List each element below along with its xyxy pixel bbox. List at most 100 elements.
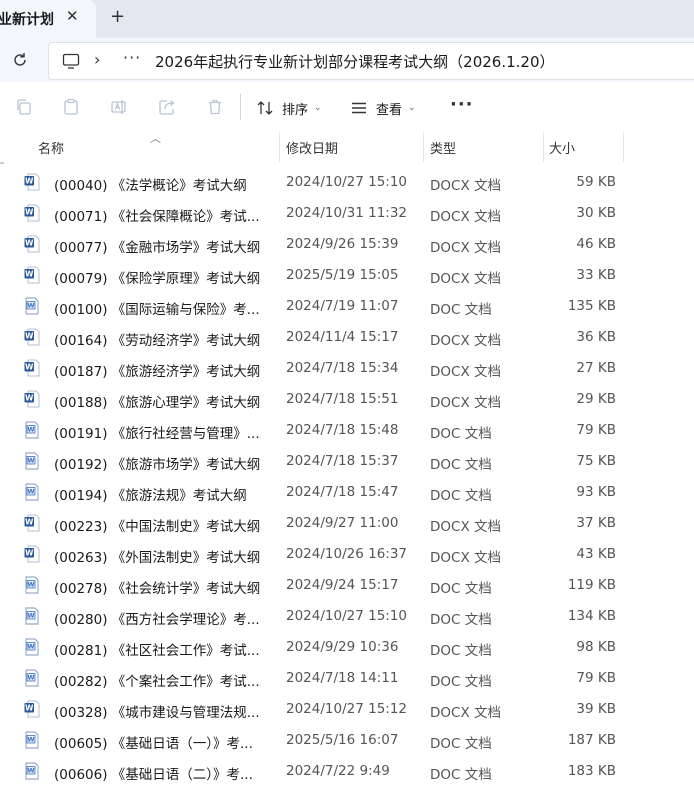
paste-icon[interactable]: [61, 97, 81, 117]
sort-label: 排序: [282, 102, 309, 118]
file-name: (00280) 《西方社会学理论》考...: [54, 612, 260, 628]
file-modified-date: 2025/5/19 15:05: [286, 267, 399, 283]
file-size: 59 KB: [576, 174, 616, 190]
svg-text:W: W: [25, 208, 34, 217]
file-modified-date: 2024/10/27 15:10: [286, 608, 408, 624]
file-row[interactable]: W (00164) 《劳动经济学》考试大纲 2024/11/4 15:17 DOCX …: [0, 322, 694, 353]
word-doc-icon: W: [25, 762, 39, 780]
file-type: DOC 文档: [430, 643, 492, 659]
file-size: 30 KB: [576, 205, 616, 221]
word-docx-icon: W: [24, 359, 40, 377]
file-type: DOCX 文档: [430, 178, 501, 194]
view-icon: [352, 102, 366, 114]
file-row[interactable]: W (00605) 《基础日语（一）》考... 2025/5/16 16:07 DOC…: [0, 725, 694, 756]
view-button[interactable]: 查看 ⌄: [350, 95, 416, 121]
file-row[interactable]: W (00071) 《社会保障概论》考试... 2024/10/31 11:32 DO…: [0, 198, 694, 229]
file-row[interactable]: W (00223) 《中国法制史》考试大纲 2024/9/27 11:00 DOCX …: [0, 508, 694, 539]
file-name: (00192) 《旅游市场学》考试大纲: [54, 457, 261, 473]
file-type: DOCX 文档: [430, 333, 501, 349]
file-name: (00605) 《基础日语（一）》考...: [54, 736, 253, 752]
file-name: (00040) 《法学概论》考试大纲: [54, 178, 247, 194]
file-size: 75 KB: [576, 453, 616, 469]
file-row[interactable]: W (00192) 《旅游市场学》考试大纲 2024/7/18 15:37 DOC 文…: [0, 446, 694, 477]
address-bar[interactable]: › ··· 2026年起执行专业新计划部分课程考试大纲（2026.1.20）: [48, 42, 694, 80]
file-row[interactable]: W (00263) 《外国法制史》考试大纲 2024/10/26 16:37 DOCX…: [0, 539, 694, 570]
chevron-right-icon[interactable]: ›: [94, 50, 100, 69]
file-type: DOC 文档: [430, 767, 492, 783]
file-row[interactable]: W (00188) 《旅游心理学》考试大纲 2024/7/18 15:51 DOCX …: [0, 384, 694, 415]
svg-text:W: W: [27, 426, 34, 434]
word-doc-icon: W: [25, 607, 39, 625]
file-type: DOCX 文档: [430, 364, 501, 380]
file-modified-date: 2025/5/16 16:07: [286, 732, 399, 748]
share-icon[interactable]: [157, 97, 177, 117]
rename-icon[interactable]: [109, 97, 129, 117]
file-modified-date: 2024/10/27 15:12: [286, 701, 408, 717]
column-divider[interactable]: [623, 132, 624, 162]
tab-current-folder[interactable]: 业新计划 ✕: [0, 0, 96, 38]
file-row[interactable]: W (00191) 《旅行社经营与管理》... 2024/7/18 15:48 DOC…: [0, 415, 694, 446]
file-size: 37 KB: [576, 515, 616, 531]
file-row[interactable]: W (00187) 《旅游经济学》考试大纲 2024/7/18 15:34 DOCX …: [0, 353, 694, 384]
column-divider[interactable]: [423, 132, 424, 162]
refresh-icon[interactable]: [10, 50, 30, 70]
svg-text:W: W: [25, 394, 34, 403]
file-row[interactable]: W (00281) 《社区社会工作》考试... 2024/9/29 10:36 DOC…: [0, 632, 694, 663]
file-row[interactable]: W (00278) 《社会统计学》考试大纲 2024/9/24 15:17 DOC 文…: [0, 570, 694, 601]
svg-text:W: W: [25, 177, 34, 186]
word-docx-icon: W: [24, 514, 40, 532]
file-modified-date: 2024/10/26 16:37: [286, 546, 408, 562]
file-type: DOC 文档: [430, 581, 492, 597]
file-row[interactable]: W (00606) 《基础日语（二）》考... 2024/7/22 9:49 DOC …: [0, 756, 694, 787]
column-type[interactable]: 类型: [430, 138, 456, 157]
file-name: (00282) 《个案社会工作》考试...: [54, 674, 260, 690]
file-name: (00079) 《保险学原理》考试大纲: [54, 271, 261, 287]
column-size[interactable]: 大小: [549, 138, 575, 157]
computer-icon[interactable]: [61, 51, 81, 71]
file-row[interactable]: W (00280) 《西方社会学理论》考... 2024/10/27 15:10 DO…: [0, 601, 694, 632]
file-modified-date: 2024/7/18 15:47: [286, 484, 399, 500]
delete-icon[interactable]: [205, 97, 225, 117]
copy-icon[interactable]: [14, 97, 34, 117]
file-row[interactable]: W (00194) 《旅游法规》考试大纲 2024/7/18 15:47 DOC 文档…: [0, 477, 694, 508]
file-name: (00194) 《旅游法规》考试大纲: [54, 488, 247, 504]
file-name: (00328) 《城市建设与管理法规...: [54, 705, 260, 721]
file-modified-date: 2024/7/18 15:51: [286, 391, 399, 407]
file-modified-date: 2024/7/22 9:49: [286, 763, 390, 779]
column-header: ︿ 名称 修改日期 类型 大小: [0, 132, 694, 162]
file-row[interactable]: W (00040) 《法学概论》考试大纲 2024/10/27 15:10 DOCX …: [0, 167, 694, 198]
word-doc-icon: W: [25, 452, 39, 470]
file-type: DOC 文档: [430, 426, 492, 442]
file-type: DOC 文档: [430, 612, 492, 628]
file-row[interactable]: W (00328) 《城市建设与管理法规... 2024/10/27 15:12 DO…: [0, 694, 694, 725]
column-divider[interactable]: [279, 132, 280, 162]
sort-icon: [257, 101, 273, 115]
column-divider[interactable]: [543, 132, 544, 162]
column-date[interactable]: 修改日期: [286, 138, 338, 157]
svg-text:W: W: [27, 736, 34, 744]
svg-text:W: W: [25, 549, 34, 558]
file-row[interactable]: W (00100) 《国际运输与保险》考... 2024/7/19 11:07 DOC…: [0, 291, 694, 322]
file-row[interactable]: W (00077) 《金融市场学》考试大纲 2024/9/26 15:39 DOCX …: [0, 229, 694, 260]
word-docx-icon: W: [24, 173, 40, 191]
file-name: (00191) 《旅行社经营与管理》...: [54, 426, 260, 442]
svg-text:W: W: [27, 643, 34, 651]
breadcrumb-overflow-button[interactable]: ···: [123, 48, 141, 67]
column-name[interactable]: 名称: [38, 138, 64, 157]
file-row[interactable]: W (00282) 《个案社会工作》考试... 2024/7/18 14:11 DOC…: [0, 663, 694, 694]
more-options-button[interactable]: ···: [450, 94, 474, 115]
sort-button[interactable]: 排序 ⌄: [256, 95, 322, 121]
file-size: 93 KB: [576, 484, 616, 500]
file-row[interactable]: W (00079) 《保险学原理》考试大纲 2025/5/19 15:05 DOCX …: [0, 260, 694, 291]
close-icon[interactable]: ✕: [66, 7, 79, 25]
file-type: DOC 文档: [430, 302, 492, 318]
file-type: DOCX 文档: [430, 550, 501, 566]
add-tab-icon[interactable]: +: [110, 6, 125, 27]
file-modified-date: 2024/11/4 15:17: [286, 329, 399, 345]
file-name: (00223) 《中国法制史》考试大纲: [54, 519, 261, 535]
file-size: 27 KB: [576, 360, 616, 376]
file-size: 29 KB: [576, 391, 616, 407]
file-type: DOCX 文档: [430, 271, 501, 287]
breadcrumb-current-folder[interactable]: 2026年起执行专业新计划部分课程考试大纲（2026.1.20）: [155, 51, 555, 72]
svg-text:W: W: [25, 332, 34, 341]
